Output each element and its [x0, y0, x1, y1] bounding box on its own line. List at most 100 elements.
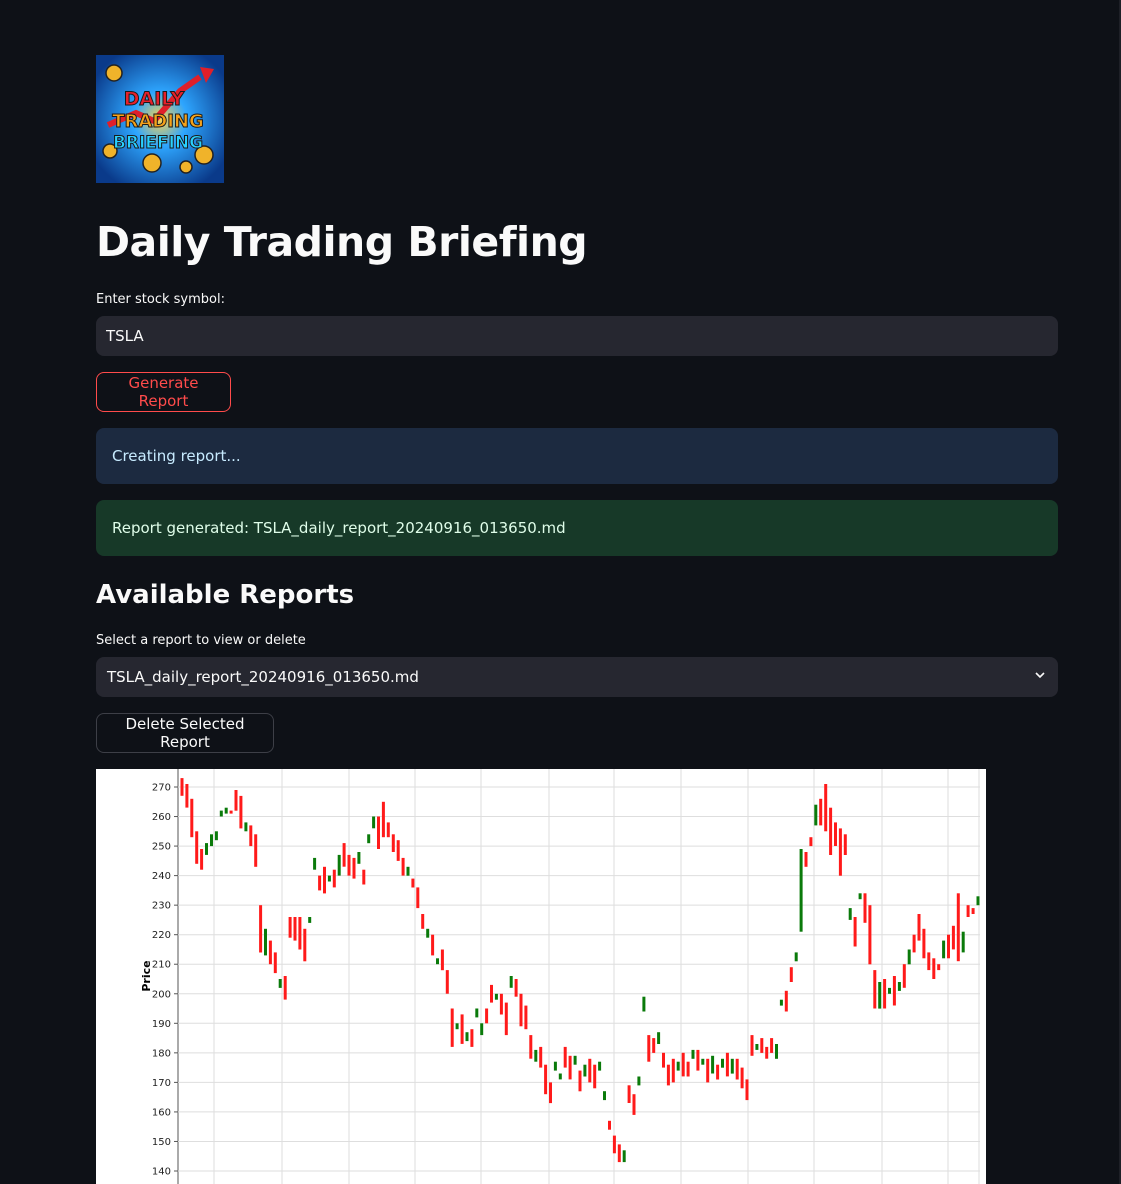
candle-up [406, 866, 410, 876]
chevron-down-icon [1033, 668, 1047, 686]
candle-down [966, 905, 970, 917]
chart-grid [177, 769, 980, 1184]
candle-down [951, 925, 955, 950]
candle-down [784, 990, 788, 1012]
y-tick-label: 220 [152, 930, 171, 941]
candle-down [666, 1064, 670, 1086]
candle-down [273, 952, 277, 974]
candle-down [460, 1014, 464, 1044]
candle-up [278, 979, 282, 988]
candle-down [789, 967, 793, 982]
candle-down [445, 970, 449, 994]
candle-down [725, 1052, 729, 1077]
candle-down [514, 979, 518, 997]
candle-up [779, 999, 783, 1006]
y-tick-label: 170 [152, 1078, 171, 1089]
candle-down [834, 822, 837, 846]
candle-down [259, 905, 263, 953]
y-tick-label: 230 [152, 901, 171, 912]
y-tick-label: 180 [152, 1048, 171, 1059]
candles-layer [180, 778, 980, 1163]
candle-up [367, 834, 371, 844]
candle-down [902, 964, 906, 988]
candle-down [440, 949, 444, 971]
candle-down [352, 857, 356, 879]
candle-down [947, 934, 950, 959]
candle-up [848, 908, 852, 920]
candle-down [608, 1120, 611, 1130]
candle-down [386, 822, 390, 838]
report-select[interactable]: TSLA_daily_report_20240916_013650.md [96, 657, 1058, 697]
candle-down [617, 1144, 621, 1163]
candle-up [976, 896, 980, 906]
candle-up [603, 1091, 606, 1101]
candle-down [303, 928, 307, 962]
candle-down [706, 1058, 710, 1083]
y-tick-label: 150 [152, 1137, 171, 1148]
candle-up [676, 1061, 680, 1071]
candle-down [234, 790, 238, 811]
candle-down [318, 875, 322, 891]
candle-down [229, 810, 233, 814]
candle-up [888, 987, 891, 994]
candle-up [509, 976, 513, 988]
delete-selected-report-button[interactable]: Delete Selected Report [96, 713, 274, 753]
candle-up [534, 1049, 538, 1062]
candle-down [863, 893, 867, 923]
candle-up [942, 940, 946, 959]
generate-report-button[interactable]: Generate Report [96, 372, 231, 412]
candle-down [401, 857, 405, 876]
candle-down [362, 869, 366, 885]
report-select-label: Select a report to view or delete [96, 633, 306, 648]
candle-down [391, 834, 395, 852]
candle-up [224, 807, 228, 814]
candle-up [598, 1061, 602, 1071]
candle-down [922, 928, 926, 959]
candle-down [632, 1094, 636, 1115]
candle-up [657, 1032, 661, 1044]
candle-down [485, 1008, 489, 1024]
candle-down [293, 917, 297, 941]
y-axis: 140 150 160 170 180 190 200 210 220 230 240 250 260 2… [152, 783, 178, 1178]
candle-down [283, 976, 287, 1000]
candle-down [917, 914, 921, 941]
candle-down [499, 993, 503, 1015]
candle-down [829, 807, 833, 855]
candle-down [332, 869, 336, 888]
page-title: Daily Trading Briefing [96, 218, 588, 266]
candle-down [937, 964, 941, 971]
candle-down [809, 837, 813, 847]
success-alert: Report generated: TSLA_daily_report_2024… [96, 500, 1058, 556]
candle-up [210, 834, 213, 847]
candle-down [824, 784, 828, 832]
candle-down [760, 1038, 764, 1053]
candle-down [421, 914, 425, 929]
candle-up [214, 831, 218, 841]
candle-up [264, 928, 267, 956]
candle-up [372, 816, 376, 829]
available-reports-heading: Available Reports [96, 580, 355, 610]
candle-down [927, 952, 931, 971]
candle-up [475, 1008, 479, 1018]
candle-down [180, 778, 184, 796]
candle-down [450, 1008, 454, 1047]
y-tick-label: 240 [152, 871, 171, 882]
candle-down [873, 970, 877, 1009]
candle-up [494, 993, 498, 1000]
success-alert-text: Report generated: TSLA_daily_report_2024… [112, 519, 566, 537]
candle-down [892, 976, 896, 1006]
stock-symbol-input[interactable] [96, 316, 1058, 356]
candle-down [490, 984, 493, 1003]
candle-up [205, 843, 208, 855]
candle-down [853, 917, 857, 947]
candle-down [804, 852, 808, 867]
y-tick-label: 210 [152, 960, 171, 971]
candle-down [971, 908, 975, 914]
candle-down [323, 866, 326, 894]
candle-down [932, 958, 936, 979]
candle-up [313, 857, 317, 870]
candle-down [750, 1035, 754, 1056]
candle-up [465, 1032, 469, 1042]
candle-down [671, 1058, 675, 1083]
candle-down [819, 798, 823, 826]
